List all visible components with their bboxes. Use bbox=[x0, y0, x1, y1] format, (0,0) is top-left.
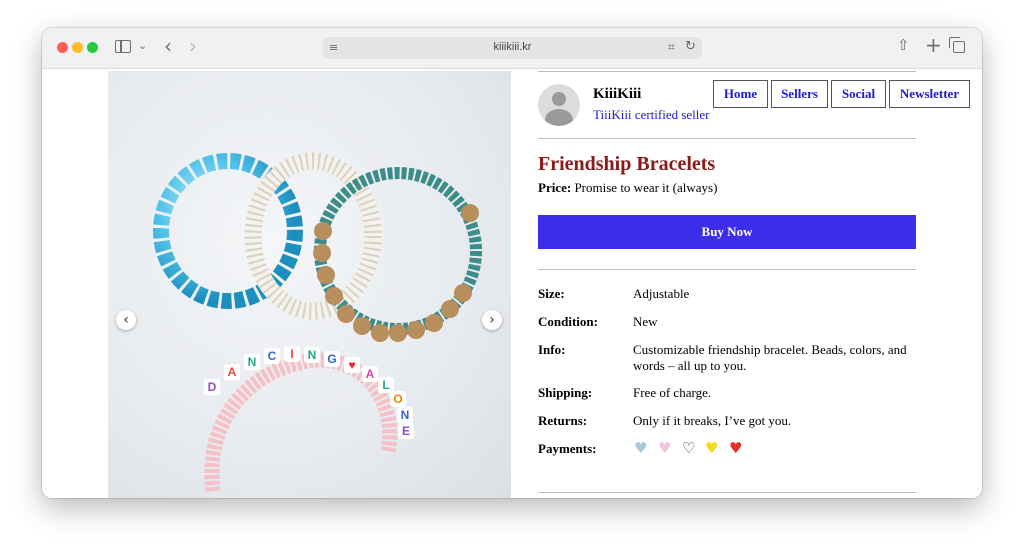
condition-value: New bbox=[633, 314, 658, 329]
payments-label: Payments: bbox=[538, 441, 597, 456]
svg-text:O: O bbox=[393, 392, 402, 406]
chevron-down-icon[interactable]: ⌄ bbox=[138, 39, 147, 52]
forward-icon[interactable]: › bbox=[189, 34, 197, 58]
teal-wood-bracelet bbox=[313, 167, 482, 342]
heart-yellow-icon: ♥ bbox=[705, 439, 719, 457]
divider bbox=[538, 492, 916, 493]
avatar-body-icon bbox=[545, 109, 573, 126]
product-image: D A N C I N G ♥ A L O N E ‹ › bbox=[108, 71, 511, 498]
tab-overview-icon[interactable] bbox=[949, 37, 965, 53]
page-content: D A N C I N G ♥ A L O N E ‹ › KiiiKiii T… bbox=[42, 69, 982, 498]
shipping-label: Shipping: bbox=[538, 385, 593, 400]
product-title: Friendship Bracelets bbox=[538, 153, 716, 175]
returns-label: Returns: bbox=[538, 413, 588, 428]
nav-social-button[interactable]: Social bbox=[831, 80, 886, 108]
size-value: Adjustable bbox=[633, 286, 690, 301]
heart-red-icon: ♥ bbox=[729, 439, 743, 457]
browser-window: ⌄ ‹ › ≡ kiiikiii.kr ⌗ ↻ ⇧ + D A N C I N … bbox=[42, 28, 982, 498]
reload-icon[interactable]: ↻ bbox=[685, 39, 696, 54]
svg-text:G: G bbox=[327, 352, 336, 366]
minimize-window-button[interactable] bbox=[72, 42, 83, 53]
svg-text:L: L bbox=[382, 378, 389, 392]
heart-blue-icon: ♥ bbox=[634, 439, 648, 457]
chevron-left-icon: ‹ bbox=[123, 312, 129, 328]
info-label: Info: bbox=[538, 342, 566, 357]
letter-bead-bracelet: D A N C I N G ♥ A L O N E bbox=[204, 346, 414, 492]
svg-text:A: A bbox=[366, 367, 375, 381]
svg-text:N: N bbox=[401, 408, 410, 422]
svg-text:A: A bbox=[228, 365, 237, 379]
shipping-value: Free of charge. bbox=[633, 385, 712, 400]
heart-pink-icon: ♥ bbox=[658, 439, 672, 457]
svg-text:♥: ♥ bbox=[348, 358, 355, 372]
seller-name: KiiiKiii bbox=[593, 86, 642, 102]
back-icon[interactable]: ‹ bbox=[164, 34, 172, 58]
nav-newsletter-button[interactable]: Newsletter bbox=[889, 80, 970, 108]
returns-value: Only if it breaks, I’ve got you. bbox=[633, 413, 792, 428]
seller-avatar[interactable] bbox=[538, 84, 580, 126]
divider bbox=[538, 138, 916, 139]
zoom-window-button[interactable] bbox=[87, 42, 98, 53]
chevron-right-icon: › bbox=[489, 312, 495, 328]
share-icon[interactable]: ⇧ bbox=[897, 36, 910, 54]
condition-label: Condition: bbox=[538, 314, 598, 329]
translate-icon[interactable]: ⌗ bbox=[668, 40, 675, 55]
close-window-button[interactable] bbox=[57, 42, 68, 53]
seller-certification[interactable]: TiiiKiii certified seller bbox=[593, 107, 710, 123]
sidebar-toggle-icon[interactable] bbox=[115, 40, 131, 53]
info-value: Customizable friendship bracelet. Beads,… bbox=[633, 342, 907, 373]
carousel-next-button[interactable]: › bbox=[482, 310, 502, 330]
svg-text:C: C bbox=[268, 349, 277, 363]
divider bbox=[538, 269, 916, 270]
divider bbox=[538, 71, 916, 72]
svg-text:D: D bbox=[208, 380, 217, 394]
address-bar[interactable]: ≡ kiiikiii.kr ⌗ ↻ bbox=[323, 37, 702, 59]
price-label: Price: bbox=[538, 180, 572, 195]
svg-text:N: N bbox=[308, 348, 317, 362]
avatar-head-icon bbox=[552, 92, 566, 106]
size-label: Size: bbox=[538, 286, 565, 301]
svg-text:I: I bbox=[290, 347, 293, 361]
svg-text:E: E bbox=[402, 424, 410, 438]
price-value: Promise to wear it (always) bbox=[574, 180, 718, 195]
nav-sellers-button[interactable]: Sellers bbox=[771, 80, 828, 108]
browser-toolbar: ⌄ ‹ › ≡ kiiikiii.kr ⌗ ↻ ⇧ + bbox=[42, 28, 982, 69]
bracelets-illustration: D A N C I N G ♥ A L O N E bbox=[153, 152, 482, 492]
nav-home-button[interactable]: Home bbox=[713, 80, 768, 108]
buy-now-button[interactable]: Buy Now bbox=[538, 215, 916, 249]
address-url: kiiikiii.kr bbox=[493, 41, 532, 53]
product-price: Price: Promise to wear it (always) bbox=[538, 180, 717, 196]
svg-text:N: N bbox=[248, 355, 257, 369]
carousel-prev-button[interactable]: ‹ bbox=[116, 310, 136, 330]
new-tab-icon[interactable]: + bbox=[925, 33, 942, 57]
heart-outline-icon: ♡ bbox=[682, 439, 696, 457]
